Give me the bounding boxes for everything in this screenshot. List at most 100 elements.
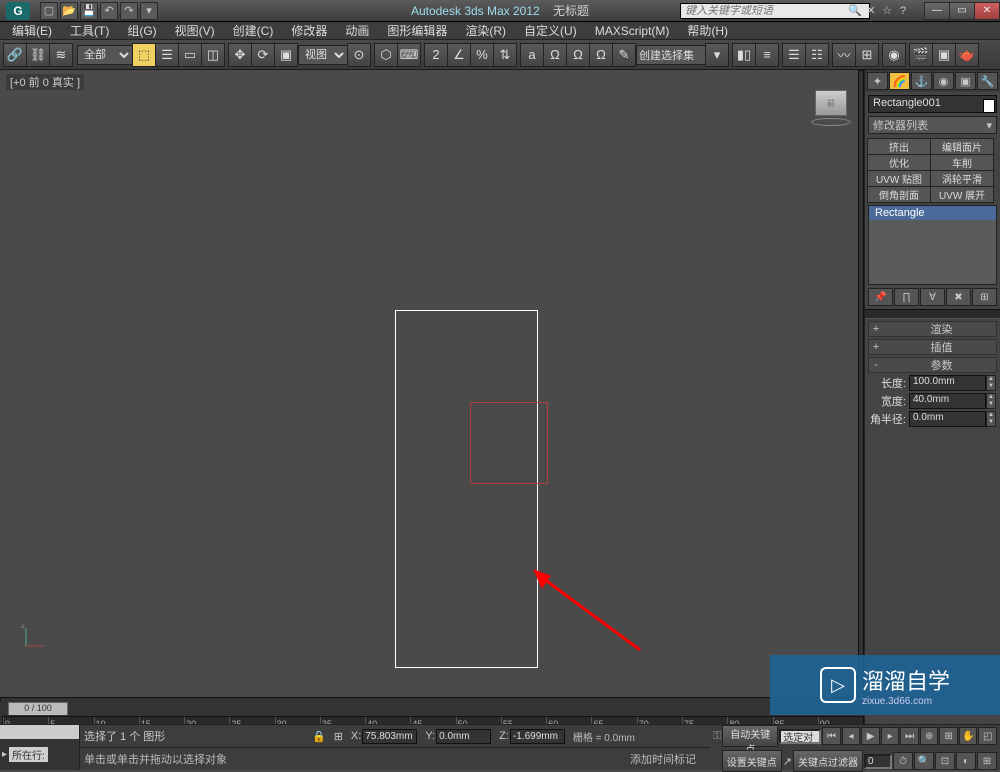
modifier-stack[interactable]: Rectangle — [868, 205, 997, 285]
viewport-scrollbar-v[interactable] — [858, 70, 864, 697]
mod-bevelprofile[interactable]: 倒角剖面 — [867, 186, 931, 203]
mod-optimize[interactable]: 优化 — [867, 154, 931, 171]
minimize-button[interactable]: — — [924, 2, 950, 20]
curve-editor-icon[interactable]: 〰 — [832, 43, 856, 67]
rollout-render[interactable]: +渲染 — [868, 321, 997, 337]
snap-edit-icon[interactable]: ✎ — [612, 43, 636, 67]
configure-icon[interactable]: ⊞ — [972, 288, 997, 306]
mod-turbosmooth[interactable]: 涡轮平滑 — [930, 170, 994, 187]
add-time-tag[interactable]: 添加时间标记 — [630, 751, 696, 767]
exchange-icon[interactable]: ☆ — [880, 4, 894, 18]
pivot-icon[interactable]: ⊙ — [347, 43, 371, 67]
qat-undo-icon[interactable]: ↶ — [100, 2, 118, 20]
tab-hierarchy-icon[interactable]: ⚓ — [911, 72, 932, 90]
nav1-icon[interactable]: ⊕ — [920, 727, 939, 745]
stack-item-rectangle[interactable]: Rectangle — [869, 206, 996, 220]
spinner-snap-icon[interactable]: ⇅ — [493, 43, 517, 67]
keyboard-icon[interactable]: ⌨ — [397, 43, 421, 67]
prev-frame-icon[interactable]: ◂ — [842, 727, 861, 745]
time-slider[interactable]: 0 / 100 — [8, 702, 68, 716]
render-icon[interactable]: 🫖 — [955, 43, 979, 67]
window-cross-icon[interactable]: ◫ — [201, 43, 225, 67]
search-icon[interactable]: 🔍 — [848, 4, 862, 18]
viewcube-face[interactable]: 前 — [815, 90, 847, 116]
current-frame-field[interactable] — [864, 754, 892, 769]
menu-maxscript[interactable]: MAXScript(M) — [587, 23, 678, 39]
nav3-icon[interactable]: ✋ — [959, 727, 978, 745]
script-mini[interactable] — [0, 725, 79, 739]
menu-help[interactable]: 帮助(H) — [679, 21, 736, 40]
corner-spinner[interactable]: ▲▼ — [986, 411, 996, 427]
qat-open-icon[interactable]: 📂 — [60, 2, 78, 20]
select-rect-icon[interactable]: ▭ — [178, 43, 202, 67]
menu-tools[interactable]: 工具(T) — [62, 21, 117, 40]
bind-icon[interactable]: ≋ — [49, 43, 73, 67]
named-selection-set[interactable] — [636, 45, 706, 65]
nav8-icon[interactable]: ⊞ — [977, 752, 997, 770]
object-name-field[interactable]: Rectangle001 — [868, 95, 997, 113]
coord-toggle-icon[interactable]: ⊞ — [334, 730, 343, 743]
rotate-icon[interactable]: ⟳ — [251, 43, 275, 67]
snap-2d-icon[interactable]: 2 — [424, 43, 448, 67]
unlink-icon[interactable]: ⛓ — [26, 43, 50, 67]
key-target[interactable] — [779, 729, 821, 744]
goto-start-icon[interactable]: ⏮ — [822, 727, 841, 745]
render-setup-icon[interactable]: 🎬 — [909, 43, 933, 67]
viewport-label[interactable]: [+0 前 0 真实 ] — [6, 74, 84, 90]
selection-filter[interactable]: 全部 — [77, 45, 133, 65]
mirror-icon[interactable]: ▮▯ — [732, 43, 756, 67]
material-icon[interactable]: ◉ — [882, 43, 906, 67]
snap-o2-icon[interactable]: Ω — [566, 43, 590, 67]
menu-edit[interactable]: 编辑(E) — [4, 21, 60, 40]
app-icon[interactable]: G — [6, 2, 30, 20]
lock-icon[interactable]: 🔒 — [312, 730, 326, 743]
menu-view[interactable]: 视图(V) — [167, 21, 223, 40]
setkey-button[interactable]: 设置关键点 — [722, 750, 782, 772]
ref-coord-system[interactable]: 视图 — [298, 45, 348, 65]
play-icon[interactable]: ▶ — [861, 727, 880, 745]
nav5-icon[interactable]: 🔍 — [914, 752, 934, 770]
autokey-button[interactable]: 自动关键点 — [722, 725, 778, 747]
snap-angle-icon[interactable]: ∠ — [447, 43, 471, 67]
help-search-input[interactable] — [680, 3, 870, 19]
object-color-swatch[interactable] — [983, 99, 995, 113]
qat-new-icon[interactable]: ▢ — [40, 2, 58, 20]
remove-mod-icon[interactable]: ✖ — [946, 288, 971, 306]
close-button[interactable]: ✕ — [974, 2, 1000, 20]
menu-create[interactable]: 创建(C) — [225, 21, 282, 40]
schematic-icon[interactable]: ⊞ — [855, 43, 879, 67]
keymode-icon[interactable]: ↗ — [783, 755, 792, 768]
width-field[interactable]: 40.0mm — [909, 393, 986, 409]
width-spinner[interactable]: ▲▼ — [986, 393, 996, 409]
rollout-parameters[interactable]: -参数 — [868, 357, 997, 373]
mod-uvwmap[interactable]: UVW 贴图 — [867, 170, 931, 187]
goto-end-icon[interactable]: ⏭ — [900, 727, 919, 745]
select-icon[interactable]: ⬚ — [132, 43, 156, 67]
keyfilter-button[interactable]: 关键点过滤器 — [793, 750, 863, 772]
corner-field[interactable]: 0.0mm — [909, 411, 986, 427]
key-icon[interactable]: ⚿ — [713, 730, 721, 743]
subscribe-icon[interactable]: ✕ — [864, 4, 878, 18]
qat-redo-icon[interactable]: ↷ — [120, 2, 138, 20]
nav2-icon[interactable]: ⊞ — [939, 727, 958, 745]
maximize-button[interactable]: ▭ — [949, 2, 975, 20]
mod-uvwunwrap[interactable]: UVW 展开 — [930, 186, 994, 203]
length-field[interactable]: 100.0mm — [909, 375, 986, 391]
y-field[interactable] — [436, 729, 491, 744]
snap-o3-icon[interactable]: Ω — [589, 43, 613, 67]
tab-display-icon[interactable]: ▣ — [955, 72, 976, 90]
render-frame-icon[interactable]: ▣ — [932, 43, 956, 67]
help-icon[interactable]: ? — [896, 4, 910, 18]
viewport[interactable]: [+0 前 0 真实 ] 前 z — [0, 70, 864, 702]
tab-modify-icon[interactable]: 🌈 — [889, 72, 910, 90]
tab-create-icon[interactable]: ✦ — [867, 72, 888, 90]
x-field[interactable] — [362, 729, 417, 744]
menu-custom[interactable]: 自定义(U) — [516, 21, 585, 40]
layer-icon[interactable]: ☰ — [782, 43, 806, 67]
viewcube-compass[interactable] — [811, 118, 851, 126]
rollout-interpolation[interactable]: +插值 — [868, 339, 997, 355]
link-icon[interactable]: 🔗 — [3, 43, 27, 67]
menu-animation[interactable]: 动画 — [337, 21, 377, 40]
z-field[interactable] — [510, 729, 565, 744]
modifier-list-dropdown[interactable]: 修改器列表 ▾ — [868, 116, 997, 134]
